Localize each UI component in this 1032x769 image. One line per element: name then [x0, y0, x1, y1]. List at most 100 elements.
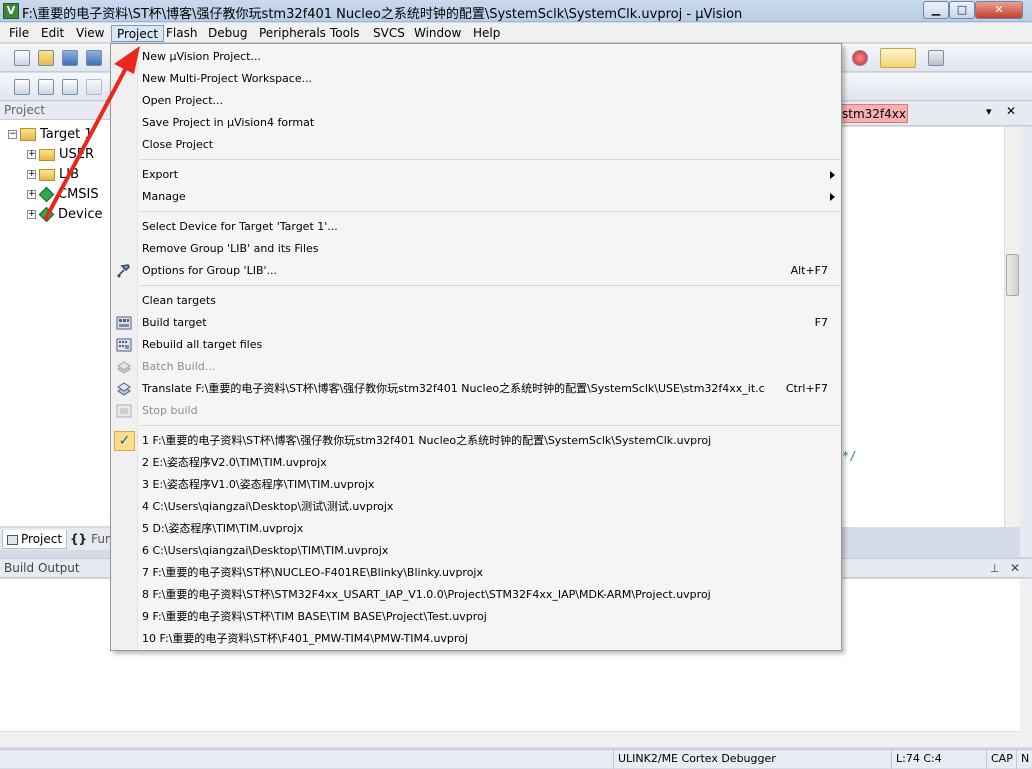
menu-item-new-multi-project-workspace[interactable]: New Multi-Project Workspace...	[111, 68, 841, 90]
menu-item-recent-project-2[interactable]: 2 E:\姿态程序V2.0\TIM\TIM.uvprojx	[111, 452, 841, 474]
menu-item-recent-project-7[interactable]: 7 F:\重要的电子资料\ST杯\NUCLEO-F401RE\Blinky\Bl…	[111, 562, 841, 584]
title-bar: V F:\重要的电子资料\ST杯\博客\强仔教你玩stm32f401 Nucle…	[0, 0, 1032, 22]
menu-tools[interactable]: Tools	[325, 25, 365, 42]
menu-separator	[140, 285, 840, 286]
menu-item-recent-project-3[interactable]: 3 E:\姿态程序V1.0\姿态程序\TIM\TIM.uvprojx	[111, 474, 841, 496]
right-pane-strip	[1020, 127, 1032, 557]
menu-item-recent-project-5[interactable]: 5 D:\姿态程序\TIM\TIM.uvprojx	[111, 518, 841, 540]
menu-item-recent-project-4[interactable]: 4 C:\Users\qiangzai\Desktop\测试\测试.uvproj…	[111, 496, 841, 518]
tree-item-label: Device	[58, 207, 103, 222]
code-comment-fragment: */	[842, 449, 857, 463]
tree-item-target[interactable]: − Target 1	[8, 125, 93, 145]
tree-item-cmsis[interactable]: + CMSIS	[27, 185, 99, 205]
save-all-icon[interactable]	[86, 50, 102, 66]
menu-project[interactable]: Project	[111, 25, 165, 42]
wrench-icon[interactable]	[928, 50, 944, 66]
build-output-title: Build Output	[4, 561, 80, 575]
collapse-icon[interactable]: −	[8, 130, 17, 139]
scrollbar-thumb[interactable]	[1006, 254, 1019, 296]
expand-icon[interactable]: +	[27, 170, 36, 179]
status-caps: CAP	[986, 750, 1016, 769]
minimize-button[interactable]: ▁	[923, 1, 949, 19]
tree-item-lib[interactable]: + LIB	[27, 165, 79, 185]
build-output-horizontal-scrollbar[interactable]	[0, 731, 1020, 747]
menu-debug[interactable]: Debug	[203, 25, 252, 42]
window-title: F:\重要的电子资料\ST杯\博客\强仔教你玩stm32f401 Nucleo之…	[22, 7, 743, 22]
rebuild-icon[interactable]	[62, 79, 78, 95]
tab-project[interactable]: Project	[2, 530, 68, 549]
editor-vertical-scrollbar[interactable]	[1004, 127, 1020, 527]
pane-pin-icon[interactable]: ▾	[986, 105, 992, 118]
menu-file[interactable]: File	[4, 25, 34, 42]
menu-item-translate[interactable]: Translate F:\重要的电子资料\ST杯\博客\强仔教你玩stm32f4…	[111, 378, 841, 400]
submenu-arrow-icon	[830, 171, 835, 179]
menu-item-open-project[interactable]: Open Project...	[111, 90, 841, 112]
menu-help[interactable]: Help	[468, 25, 505, 42]
menu-item-clean-targets[interactable]: Clean targets	[111, 290, 841, 312]
save-icon[interactable]	[62, 50, 78, 66]
tree-item-label: USER	[59, 147, 95, 162]
options-icon	[117, 264, 130, 278]
new-file-icon[interactable]	[14, 50, 30, 66]
folder-icon	[39, 168, 55, 181]
menu-item-export[interactable]: Export	[111, 164, 841, 186]
close-icon[interactable]: ✕	[1010, 559, 1020, 578]
tree-item-label: CMSIS	[58, 187, 99, 202]
project-pane-header: Project	[0, 102, 112, 120]
menu-item-save-project-uv4[interactable]: Save Project in μVision4 format	[111, 112, 841, 134]
build-icon[interactable]	[38, 79, 54, 95]
status-cursor-position: L:74 C:4	[891, 750, 986, 769]
status-bar: ULINK2/ME Cortex Debugger L:74 C:4 CAP N	[0, 749, 1032, 769]
maximize-button[interactable]: □	[949, 1, 975, 19]
menu-item-recent-project-6[interactable]: 6 C:\Users\qiangzai\Desktop\TIM\TIM.uvpr…	[111, 540, 841, 562]
build-output-vertical-scrollbar[interactable]	[1020, 579, 1032, 747]
menu-item-rebuild-all[interactable]: Rebuild all target files	[111, 334, 841, 356]
menu-item-new-project[interactable]: New μVision Project...	[111, 46, 841, 68]
menu-flash[interactable]: Flash	[161, 25, 202, 42]
menu-item-recent-project-1[interactable]: ✓ 1 F:\重要的电子资料\ST杯\博客\强仔教你玩stm32f401 Nuc…	[111, 430, 841, 452]
menu-item-remove-group[interactable]: Remove Group 'LIB' and its Files	[111, 238, 841, 260]
menu-peripherals[interactable]: Peripherals	[254, 25, 331, 42]
pin-icon[interactable]: ⊥	[990, 559, 1000, 578]
component-icon	[38, 186, 55, 203]
menu-item-recent-project-8[interactable]: 8 F:\重要的电子资料\ST杯\STM32F4xx_USART_IAP_V1.…	[111, 584, 841, 606]
menu-window[interactable]: Window	[409, 25, 466, 42]
menu-bar: File Edit View Project Flash Debug Perip…	[0, 23, 1032, 43]
batch-build-icon	[86, 79, 102, 95]
batch-build-icon	[117, 361, 131, 374]
menu-item-batch-build: Batch Build...	[111, 356, 841, 378]
menu-separator	[140, 211, 840, 212]
close-button[interactable]: ✕	[975, 1, 1023, 19]
menu-item-recent-project-9[interactable]: 9 F:\重要的电子资料\ST杯\TIM BASE\TIM BASE\Proje…	[111, 606, 841, 628]
submenu-arrow-icon	[830, 193, 835, 201]
expand-icon[interactable]: +	[27, 190, 36, 199]
tab-stm32f4xx-h[interactable]: stm32f4xx.h	[838, 104, 908, 123]
tree-item-user[interactable]: + USER	[27, 145, 94, 165]
status-num: N	[1016, 750, 1032, 769]
menu-item-recent-project-10[interactable]: 10 F:\重要的电子资料\ST杯\F401_PMW-TIM4\PMW-TIM4…	[111, 628, 841, 650]
menu-item-options-for-group[interactable]: Options for Group 'LIB'... Alt+F7	[111, 260, 841, 282]
translate-icon[interactable]	[14, 79, 30, 95]
debug-session-icon[interactable]	[852, 50, 868, 66]
menu-item-manage[interactable]: Manage	[111, 186, 841, 208]
code-editor[interactable]: */	[836, 127, 1004, 527]
project-tree[interactable]: − Target 1 + USER + LIB + CMSIS + Device	[0, 120, 112, 526]
folder-icon	[39, 148, 55, 161]
status-debugger: ULINK2/ME Cortex Debugger	[613, 750, 888, 769]
window-layout-dropdown-icon[interactable]	[880, 48, 916, 68]
menu-item-select-device[interactable]: Select Device for Target 'Target 1'...	[111, 216, 841, 238]
menu-item-build-target[interactable]: Build target F7	[111, 312, 841, 334]
menu-item-stop-build: Stop build	[111, 400, 841, 422]
menu-svcs[interactable]: SVCS	[368, 25, 410, 42]
menu-separator	[140, 425, 840, 426]
uvision-app-icon: V	[3, 3, 19, 19]
expand-icon[interactable]: +	[27, 210, 36, 219]
pane-close-icon[interactable]: ✕	[1006, 104, 1016, 118]
build-icon	[116, 316, 132, 330]
menu-item-close-project[interactable]: Close Project	[111, 134, 841, 156]
expand-icon[interactable]: +	[27, 150, 36, 159]
menu-view[interactable]: View	[71, 25, 109, 42]
tree-item-device[interactable]: + Device	[27, 205, 102, 225]
open-file-icon[interactable]	[38, 50, 54, 66]
menu-edit[interactable]: Edit	[36, 25, 69, 42]
